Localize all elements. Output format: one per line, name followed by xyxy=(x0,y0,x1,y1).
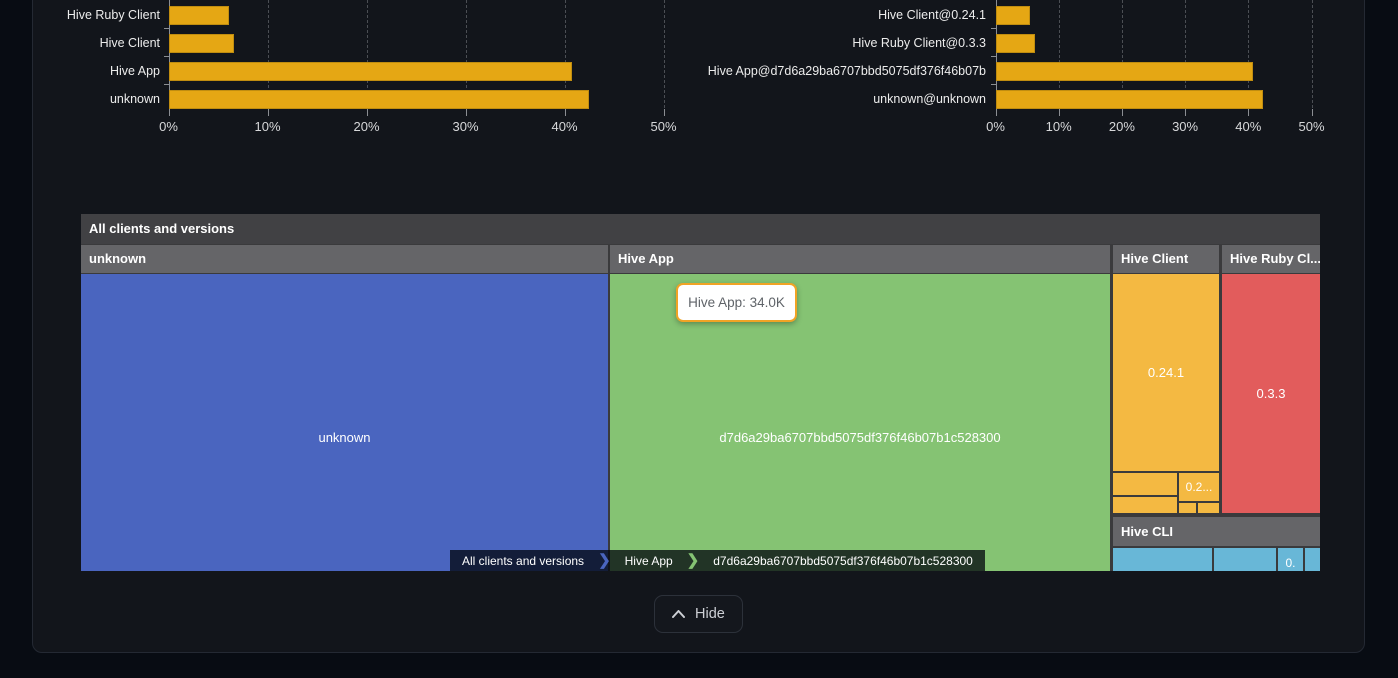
treemap-section-header-hive-client[interactable]: Hive Client xyxy=(1113,245,1219,273)
bar-hive-app-d7d6a29ba6707bbd5075df376f46b07b[interactable] xyxy=(996,62,1253,81)
category-label: Hive App@d7d6a29ba6707bbd5075df376f46b07… xyxy=(664,64,986,78)
treemap-tooltip: Hive App: 34.0K xyxy=(676,283,797,322)
x-axis-tick xyxy=(1122,109,1123,116)
chevron-right-icon: ❯ xyxy=(596,550,613,571)
x-axis-tick xyxy=(1312,109,1313,116)
x-tick-label: 50% xyxy=(1280,119,1344,134)
x-tick-label: 20% xyxy=(1090,119,1154,134)
category-label: Hive Ruby Client@0.3.3 xyxy=(664,36,986,50)
chevron-up-icon xyxy=(672,610,685,618)
treemap-cell-hive-client-0-24-1[interactable]: 0.24.1 xyxy=(1113,274,1219,471)
x-axis-tick xyxy=(1248,109,1249,116)
breadcrumb-item-root[interactable]: All clients and versions xyxy=(450,550,596,571)
bar-hive-client-0-24-1[interactable] xyxy=(996,6,1030,25)
hide-button-label: Hide xyxy=(695,606,725,622)
x-tick-label: 10% xyxy=(1027,119,1091,134)
treemap-cell-hive-client-minor[interactable] xyxy=(1113,497,1177,513)
bar-hive-ruby-client-0-3-3[interactable] xyxy=(996,34,1035,53)
dashboard-stage: 0%10%20%30%40%50%Hive Ruby ClientHive Cl… xyxy=(0,0,1398,678)
bar-unknown-unknown[interactable] xyxy=(996,90,1263,109)
x-axis-tick xyxy=(1059,109,1060,116)
treemap-root-header[interactable]: All clients and versions xyxy=(81,214,1320,244)
x-axis-tick xyxy=(1185,109,1186,116)
treemap-section-header-hive-ruby-client[interactable]: Hive Ruby Cl... xyxy=(1222,245,1320,273)
chevron-right-icon: ❯ xyxy=(685,550,702,571)
hide-button[interactable]: Hide xyxy=(654,595,743,633)
clients-versions-treemap: All clients and versions unknown unknown… xyxy=(81,214,1320,571)
treemap-section-header-hive-cli[interactable]: Hive CLI xyxy=(1113,517,1320,546)
breadcrumb-item-hash[interactable]: d7d6a29ba6707bbd5075df376f46b07b1c528300 xyxy=(701,550,985,571)
treemap-section-header-unknown[interactable]: unknown xyxy=(81,245,608,273)
treemap-cell-hive-client-tiny[interactable] xyxy=(1198,503,1219,513)
treemap-cell-hive-client-minor[interactable] xyxy=(1113,473,1177,495)
breadcrumb: All clients and versions ❯ Hive App ❯ d7… xyxy=(450,550,985,571)
treemap-cell-hive-client-0-2[interactable]: 0.2... xyxy=(1179,473,1219,501)
treemap-cell-hive-cli-2[interactable]: 0.29.2 xyxy=(1214,548,1276,571)
y-axis-tick xyxy=(991,84,996,85)
treemap-cell-hive-cli-1[interactable]: 0.23.0 xyxy=(1113,548,1212,571)
x-tick-label: 40% xyxy=(1216,119,1280,134)
y-axis-tick xyxy=(991,56,996,57)
y-axis-tick xyxy=(991,28,996,29)
x-tick-label: 0% xyxy=(964,119,1028,134)
treemap-cell-hive-client-tiny[interactable] xyxy=(1179,503,1196,513)
treemap-cell-unknown[interactable]: unknown xyxy=(81,274,608,571)
treemap-section-header-hive-app[interactable]: Hive App xyxy=(610,245,1110,273)
treemap-cell-hive-cli-4[interactable] xyxy=(1305,548,1320,571)
x-tick-label: 30% xyxy=(1153,119,1217,134)
breadcrumb-item-hive-app[interactable]: Hive App xyxy=(613,550,685,571)
category-label: unknown@unknown xyxy=(664,92,986,106)
x-axis-tick xyxy=(996,109,997,116)
category-label: Hive Client@0.24.1 xyxy=(664,8,986,22)
treemap-cell-hive-cli-3[interactable]: 0. xyxy=(1278,548,1303,571)
gridline xyxy=(1312,0,1313,113)
treemap-cell-hive-ruby-0-3-3[interactable]: 0.3.3 xyxy=(1222,274,1320,513)
